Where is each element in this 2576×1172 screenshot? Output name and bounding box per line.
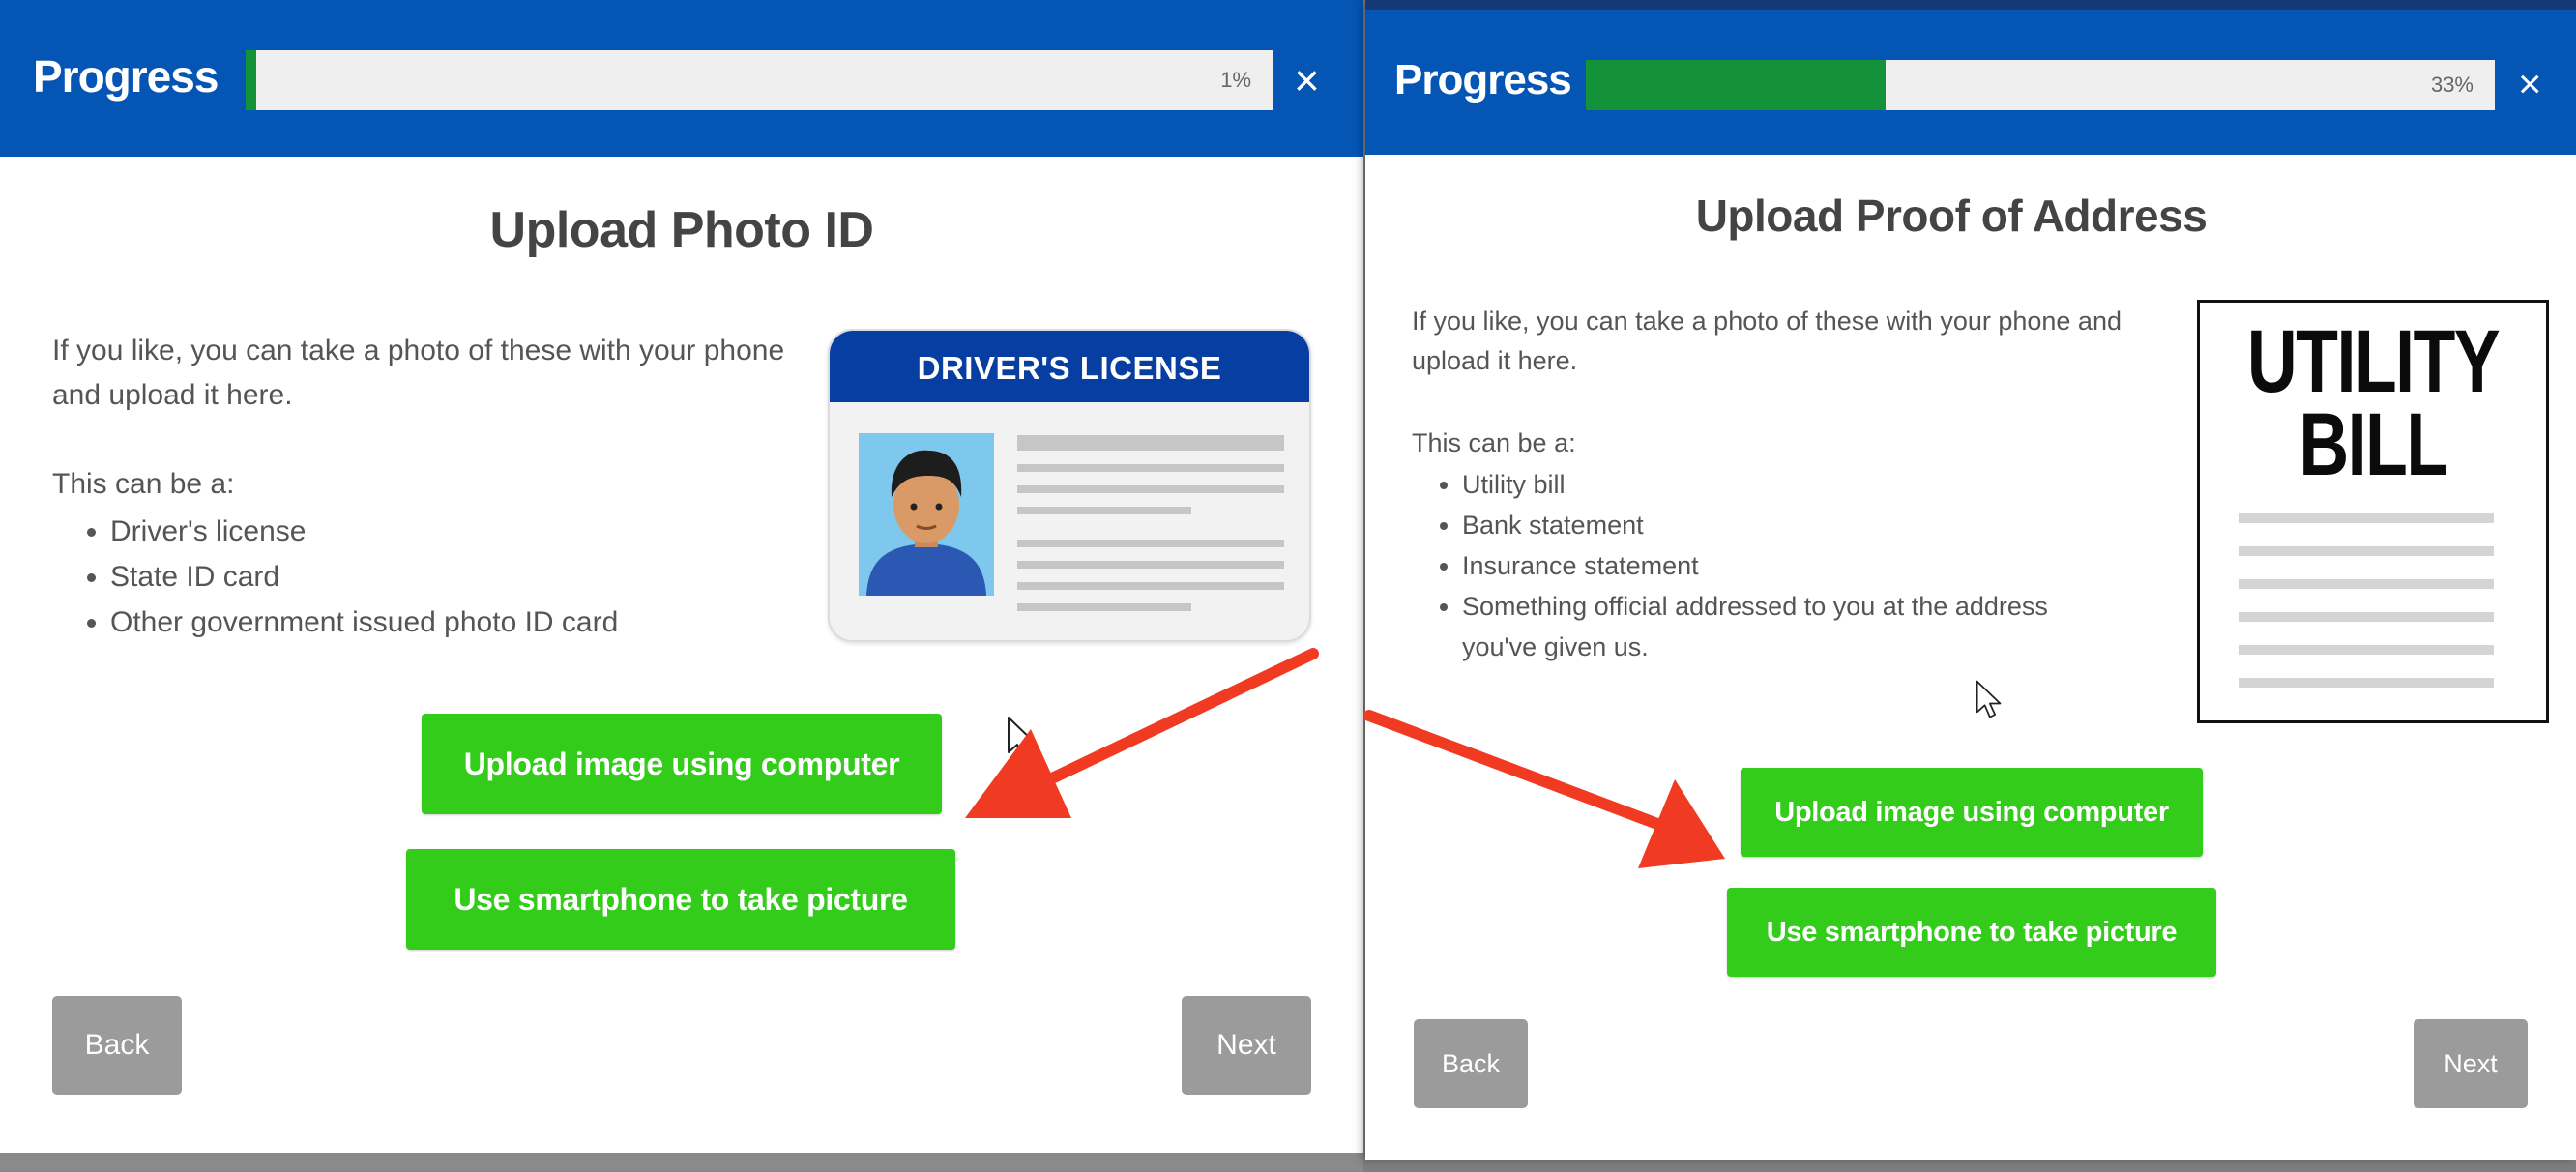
person-portrait-icon (859, 433, 994, 596)
progress-bar-fill (1586, 60, 1887, 110)
progress-header: Progress 33% × (1365, 10, 2576, 155)
progress-bar: 1% (246, 50, 1273, 110)
upload-proof-of-address-panel: Progress 33% × Upload Proof of Address I… (1365, 0, 2576, 1160)
page-title: Upload Proof of Address (1695, 190, 2208, 241)
mouse-cursor-icon (1008, 717, 1036, 759)
list-item: Other government issued photo ID card (110, 600, 845, 645)
progress-header: Progress 1% × (0, 0, 1363, 157)
intro-text: If you like, you can take a photo of the… (1412, 307, 2122, 375)
options-label: This can be a: (52, 468, 235, 500)
progress-bar: 33% (1586, 60, 2495, 110)
window-bottom-edge (0, 1153, 1363, 1172)
intro-text: If you like, you can take a photo of the… (52, 335, 785, 411)
driver-license-icon: DRIVER'S LICENSE (828, 329, 1311, 642)
back-button[interactable]: Back (52, 996, 182, 1095)
upload-image-button[interactable]: Upload image using computer (1741, 768, 2203, 857)
utility-bill-icon: UTILITY BILL (2197, 300, 2549, 723)
progress-bar-fill (246, 50, 256, 110)
list-item: State ID card (110, 554, 845, 600)
list-item: Utility bill (1462, 464, 2197, 505)
progress-percent: 1% (1220, 68, 1251, 92)
use-smartphone-button[interactable]: Use smartphone to take picture (1727, 888, 2216, 977)
next-button[interactable]: Next (1182, 996, 1311, 1095)
window-top-edge (1365, 0, 2576, 10)
utility-bill-title: UTILITY BILL (2246, 312, 2501, 494)
next-button[interactable]: Next (2414, 1019, 2528, 1108)
list-item: Driver's license (110, 509, 845, 554)
accepted-documents-list: Utility bill Bank statement Insurance st… (1410, 464, 2197, 667)
upload-photo-id-panel: Progress 1% × Upload Photo ID If you lik… (0, 0, 1363, 1153)
close-icon[interactable]: × (1294, 58, 1320, 103)
accepted-documents-list: Driver's license State ID card Other gov… (54, 509, 845, 645)
upload-image-button[interactable]: Upload image using computer (422, 714, 942, 814)
list-item: Insurance statement (1462, 545, 2197, 586)
close-icon[interactable]: × (2518, 64, 2542, 104)
progress-title: Progress (33, 51, 219, 102)
list-item: Something official addressed to you at t… (1462, 586, 2100, 667)
mouse-cursor-icon (1976, 680, 2002, 718)
license-text-lines (1017, 435, 1284, 619)
license-title: DRIVER'S LICENSE (830, 331, 1309, 402)
options-label: This can be a: (1412, 428, 1576, 457)
progress-title: Progress (1394, 56, 1572, 103)
page-title: Upload Photo ID (489, 202, 874, 258)
use-smartphone-button[interactable]: Use smartphone to take picture (406, 849, 955, 950)
back-button[interactable]: Back (1414, 1019, 1528, 1108)
list-item: Bank statement (1462, 505, 2197, 545)
progress-percent: 33% (2430, 73, 2474, 97)
